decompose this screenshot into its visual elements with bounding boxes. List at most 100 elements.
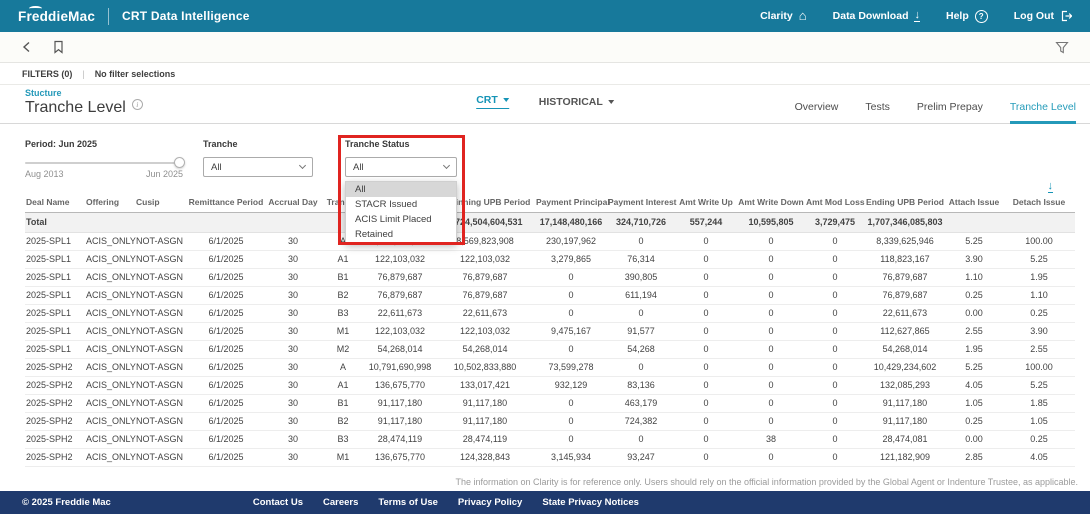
column-header: Amt Write Up (675, 191, 737, 213)
tab-prelim-prepay[interactable]: Prelim Prepay (917, 101, 983, 124)
filters-count[interactable]: FILTERS (0) (22, 69, 72, 79)
table-cell: 91,117,180 (865, 412, 945, 431)
table-cell: 28,474,081 (865, 430, 945, 449)
footer-link-careers[interactable]: Careers (323, 497, 358, 508)
option-stacr-issued[interactable]: STACR Issued (346, 197, 456, 212)
table-row: 2025-SPL1 ACIS_ONLY NOT-ASGN 6/1/2025 30 M2 54… (25, 340, 1075, 359)
option-all[interactable]: All (346, 182, 456, 197)
table-cell: 30 (265, 304, 321, 323)
table-cell: 0 (675, 358, 737, 377)
option-retained[interactable]: Retained (346, 227, 456, 242)
option-acis-limit-placed[interactable]: ACIS Limit Placed (346, 212, 456, 227)
table-cell: 5.25 (1003, 376, 1075, 395)
table-cell: 122,103,032 (435, 250, 535, 269)
table-cell: 0.25 (945, 412, 1003, 431)
nav-help-label: Help (945, 10, 969, 22)
footer-bar: © 2025 Freddie Mac Contact Us Careers Te… (0, 491, 1090, 514)
table-cell: 0 (805, 322, 865, 341)
table-cell: 30 (265, 250, 321, 269)
app-title: CRT Data Intelligence (122, 9, 250, 23)
period-slider-group: Period: Jun 2025 Aug 2013 Jun 2025 (25, 139, 185, 179)
table-cell: 2.55 (945, 322, 1003, 341)
nav-data-download[interactable]: Data Download ↓ (833, 8, 920, 22)
table-cell: 76,879,687 (865, 286, 945, 305)
table-cell: 9,475,167 (535, 322, 607, 341)
column-header: Amt Write Down (737, 191, 805, 213)
table-cell: B3 (321, 304, 365, 323)
table-cell: 0 (737, 286, 805, 305)
table-cell: 2025-SPL1 (25, 304, 85, 323)
tranche-status-label: Tranche Status (345, 139, 410, 149)
period-label: Period: Jun 2025 (25, 139, 98, 149)
bookmark-button[interactable] (52, 40, 65, 54)
table-cell: 30 (265, 358, 321, 377)
table-cell: 30 (265, 232, 321, 251)
table-cell: ACIS_ONLY (85, 340, 136, 359)
table-cell: 0 (535, 394, 607, 413)
table-cell: 2025-SPL1 (25, 322, 85, 341)
tranche-select[interactable]: All (203, 157, 313, 177)
filter-button[interactable] (1055, 41, 1069, 54)
tab-tranche-level[interactable]: Tranche Level (1009, 101, 1076, 124)
table-cell: 6/1/2025 (187, 250, 265, 269)
table-cell: 54,268,014 (865, 340, 945, 359)
tranche-status-options-panel: All STACR Issued ACIS Limit Placed Retai… (345, 181, 457, 243)
period-range-end: Jun 2025 (145, 169, 183, 179)
table-cell: 2.55 (1003, 340, 1075, 359)
table-cell (265, 212, 321, 233)
tab-tests[interactable]: Tests (865, 101, 890, 124)
table-cell: 2025-SPL1 (25, 268, 85, 287)
footer-link-privacy-policy[interactable]: Privacy Policy (458, 497, 522, 508)
nav-clarity[interactable]: Clarity ⌂ (760, 9, 807, 22)
table-cell: NOT-ASGN (135, 304, 187, 323)
historical-dropdown[interactable]: HISTORICAL (539, 96, 614, 108)
info-icon[interactable]: i (131, 98, 143, 110)
table-cell: 0 (675, 340, 737, 359)
tranche-status-select[interactable]: All (345, 157, 457, 177)
table-cell: 230,197,962 (535, 232, 607, 251)
back-button[interactable] (21, 41, 32, 53)
table-cell: NOT-ASGN (135, 412, 187, 431)
footer-copyright: © 2025 Freddie Mac (22, 497, 111, 508)
footer-link-state-privacy-notices[interactable]: State Privacy Notices (542, 497, 639, 508)
crt-dropdown-label: CRT (476, 94, 498, 106)
nav-clarity-label: Clarity (760, 10, 793, 22)
header-divider (108, 7, 110, 25)
freddie-mac-logo[interactable]: FreddieMac (18, 5, 95, 24)
table-cell: 1.85 (1003, 394, 1075, 413)
table-cell: 6/1/2025 (187, 286, 265, 305)
table-cell: ACIS_ONLY (85, 412, 136, 431)
column-header: Ending UPB Period (865, 191, 945, 213)
table-row: 2025-SPH2 ACIS_ONLY NOT-ASGN 6/1/2025 30 B1 91… (25, 394, 1075, 413)
filters-status: No filter selections (94, 68, 176, 79)
table-row: 2025-SPH2 ACIS_ONLY NOT-ASGN 6/1/2025 30 B2 91… (25, 412, 1075, 431)
table-row: 2025-SPL1 ACIS_ONLY NOT-ASGN 6/1/2025 30 B1 76… (25, 268, 1075, 287)
table-cell: 0 (737, 376, 805, 395)
period-slider-track[interactable] (25, 157, 185, 168)
table-cell: 0 (737, 412, 805, 431)
table-cell: NOT-ASGN (135, 430, 187, 449)
download-icon: ↓ (914, 8, 920, 22)
nav-help[interactable]: Help ? (945, 9, 988, 23)
column-header: Amt Mod Loss (805, 191, 865, 213)
table-cell: 4.05 (945, 376, 1003, 395)
table-cell: 3,279,865 (535, 250, 607, 269)
table-row: 2025-SPH2 ACIS_ONLY NOT-ASGN 6/1/2025 30 B3 28… (25, 430, 1075, 449)
table-cell: Total (25, 212, 85, 233)
column-header: Remittance Period (187, 191, 265, 213)
tab-overview[interactable]: Overview (795, 101, 839, 124)
period-slider-handle[interactable] (174, 157, 185, 168)
footer-link-contact-us[interactable]: Contact Us (253, 497, 303, 508)
table-cell: 2025-SPL1 (25, 250, 85, 269)
table-cell: A (321, 358, 365, 377)
nav-log-out[interactable]: Log Out (1014, 10, 1072, 22)
table-cell: 0 (737, 304, 805, 323)
table-cell: ACIS_ONLY (85, 430, 136, 449)
table-cell: 0 (737, 250, 805, 269)
crt-dropdown[interactable]: CRT (476, 94, 509, 109)
table-cell: 28,474,119 (365, 430, 435, 449)
table-cell: 2025-SPH2 (25, 430, 85, 449)
top-header-bar: FreddieMac CRT Data Intelligence Clarity… (0, 0, 1090, 32)
table-cell: 6/1/2025 (187, 412, 265, 431)
footer-link-terms-of-use[interactable]: Terms of Use (378, 497, 437, 508)
